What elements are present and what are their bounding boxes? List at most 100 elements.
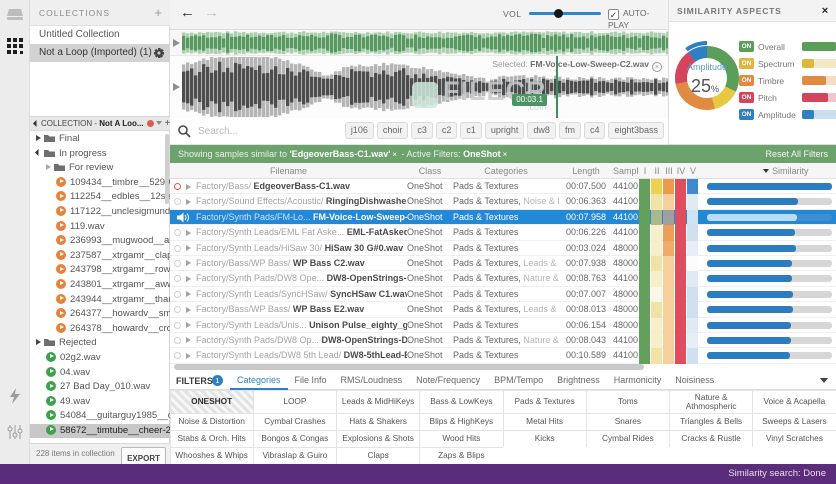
autoplay-toggle[interactable]: ✓ AUTO-PLAY — [608, 8, 668, 30]
category-button[interactable]: ONESHOT — [169, 389, 254, 414]
search-tag[interactable]: c1 — [460, 122, 482, 139]
collection-tree-header[interactable]: COLLECTION - Not A Loo... + — [30, 116, 170, 131]
search-tag[interactable]: dw8 — [527, 122, 556, 139]
aspect-on-toggle[interactable]: ON — [739, 75, 754, 86]
collection-list-item[interactable]: Untitled Collection — [30, 26, 170, 44]
play-sample-icon[interactable] — [186, 260, 191, 267]
play-sample-icon[interactable] — [186, 198, 191, 205]
search-tag[interactable]: c2 — [435, 122, 458, 139]
aspect-weight-slider[interactable] — [802, 42, 836, 51]
play-overview-icon[interactable] — [173, 39, 180, 47]
category-button[interactable]: Kicks — [502, 429, 587, 448]
aspect-on-toggle[interactable]: ON — [739, 41, 754, 52]
aspect-weight-slider[interactable] — [802, 76, 836, 85]
category-button[interactable]: Hats & Shakers — [336, 412, 421, 431]
search-tag[interactable]: choir — [376, 122, 409, 139]
tree-file-item[interactable]: 02g2.wav — [30, 351, 170, 366]
category-button[interactable]: Cracks & Rustle — [669, 429, 754, 448]
category-button[interactable]: Stabs & Orch. Hits — [169, 429, 254, 448]
table-row[interactable]: Factory/Synth Pads/DW8 Ope... DW8-OpenSt… — [170, 271, 836, 287]
play-sample-icon[interactable] — [186, 291, 191, 298]
category-button[interactable]: Whooshes & Whips — [169, 446, 254, 465]
table-row[interactable]: Factory/Synth Leads/HiSaw 30/ HiSaw 30 G… — [170, 240, 836, 256]
waveform-main[interactable]: FILECR .com 00:03.1 Selected: FM-Voice-Lo… — [170, 56, 668, 118]
category-button[interactable]: Snares — [585, 412, 670, 431]
category-button[interactable]: Explosions & Shots — [336, 429, 421, 448]
column-samplerate[interactable]: Sample — [613, 163, 639, 179]
add-collection-button[interactable]: + — [154, 0, 163, 26]
category-button[interactable]: Leads & MidHiKeys — [336, 389, 421, 414]
column-similarity[interactable]: Similarity — [699, 163, 836, 179]
aspect-weight-slider[interactable] — [802, 59, 836, 68]
category-button[interactable]: Claps — [336, 446, 421, 465]
category-button[interactable]: Nature & Athmospheric — [669, 389, 754, 414]
column-filename[interactable]: Filename — [170, 163, 407, 179]
tree-caret-icon[interactable] — [34, 148, 43, 156]
aspect-on-toggle[interactable]: ON — [739, 58, 754, 69]
gear-icon[interactable] — [154, 48, 164, 58]
filter-tab-categories[interactable]: Categories — [230, 372, 288, 390]
tree-caret-icon[interactable] — [46, 164, 51, 171]
tree-file-item[interactable]: 109434__timbre__52906-vl... — [30, 176, 170, 191]
collection-list-item[interactable]: Not a Loop (Imported) (1) — [30, 44, 170, 62]
table-row[interactable]: Factory/Sound Effects/Acoustic/ RingingD… — [170, 194, 836, 210]
category-button[interactable]: Wood Hits — [419, 429, 504, 448]
tree-file-item[interactable]: 236993__mugwood__air-ra... — [30, 234, 170, 249]
tree-file-item[interactable]: 119.wav — [30, 220, 170, 235]
category-button[interactable]: Vinyl Scratches — [752, 429, 836, 448]
tree-file-item[interactable]: 49.wav — [30, 395, 170, 410]
play-sample-icon[interactable] — [186, 183, 191, 190]
category-button[interactable]: Cymbal Rides — [585, 429, 670, 448]
tree-file-item[interactable]: 243801__xtrgamr__awww-t... — [30, 278, 170, 293]
filter-tab-note-frequency[interactable]: Note/Frequency — [409, 372, 487, 390]
table-horizontal-scrollbar[interactable] — [174, 364, 644, 370]
category-button[interactable]: Blips & HighKeys — [419, 412, 504, 431]
drive-icon[interactable] — [0, 7, 30, 28]
tree-file-item[interactable]: 237587__xtrgamr__clappin... — [30, 249, 170, 264]
category-button[interactable]: Metal Hits — [502, 412, 587, 431]
table-row[interactable]: Factory/Bass/ EdgeoverBass-C1.wav OneShot… — [170, 179, 836, 195]
aspect-weight-slider[interactable] — [802, 93, 836, 102]
collapse-filters-icon[interactable] — [820, 378, 828, 383]
column-length[interactable]: Length — [559, 163, 613, 179]
play-sample-icon[interactable] — [186, 322, 191, 329]
category-button[interactable]: Pads & Textures — [502, 389, 587, 414]
record-dot-icon[interactable] — [146, 120, 154, 127]
tree-file-item[interactable]: 04.wav — [30, 366, 170, 381]
lightning-icon[interactable] — [0, 388, 30, 409]
search-tag[interactable]: upright — [484, 122, 525, 139]
tree-file-item[interactable]: 243798__xtrgamr__rowdy-... — [30, 263, 170, 278]
filter-tab-brightness[interactable]: Brightness — [550, 372, 607, 390]
reset-all-filters-button[interactable]: Reset All Filters — [765, 145, 828, 163]
search-tag[interactable]: fm — [558, 122, 581, 139]
tree-file-item[interactable]: 27 Bad Day_010.wav — [30, 380, 170, 395]
category-button[interactable]: Bass & LowKeys — [419, 389, 504, 414]
play-main-icon[interactable] — [173, 83, 180, 91]
play-sample-icon[interactable] — [186, 245, 191, 252]
table-row[interactable]: Factory/Synth Leads/Unis... Unison Pulse… — [170, 317, 836, 333]
table-row[interactable]: Factory/Synth Leads/EML Fat Aske... EML-… — [170, 225, 836, 241]
tree-file-item[interactable]: 264377__howardv__small-... — [30, 307, 170, 322]
category-button[interactable]: Noise & Distortion — [169, 412, 254, 431]
search-tag[interactable]: c3 — [411, 122, 433, 139]
search-tag[interactable]: j106 — [344, 122, 374, 139]
play-sample-icon[interactable] — [186, 229, 191, 236]
close-aspects-icon[interactable]: × — [822, 0, 829, 22]
waveform-overview[interactable] — [170, 30, 668, 56]
aspect-on-toggle[interactable]: ON — [739, 92, 754, 103]
category-button[interactable]: Triangles & Bells — [669, 412, 754, 431]
autoplay-checkbox[interactable]: ✓ — [608, 9, 619, 20]
table-row[interactable]: Factory/Synth Pads/FM-Lo... FM-Voice-Low… — [170, 209, 836, 226]
filter-tab-rms-loudness[interactable]: RMS/Loudness — [334, 372, 410, 390]
remove-oneshot-filter-icon[interactable]: × — [503, 150, 508, 159]
tree-folder-item[interactable]: For review — [30, 161, 170, 176]
filter-tab-bpm-tempo[interactable]: BPM/Tempo — [487, 372, 550, 390]
chevron-down-icon[interactable] — [155, 121, 162, 125]
tree-caret-icon[interactable] — [36, 135, 41, 141]
table-row[interactable]: Factory/Bass/WP Bass/ WP Bass C2.wav OneS… — [170, 255, 836, 272]
mixer-icon[interactable] — [0, 424, 30, 445]
filter-tab-noisiness[interactable]: Noisiness — [668, 372, 721, 390]
category-button[interactable]: Voice & Acapella — [752, 389, 836, 414]
aspect-on-toggle[interactable]: ON — [739, 109, 754, 120]
column-categories[interactable]: Categories — [453, 163, 559, 179]
